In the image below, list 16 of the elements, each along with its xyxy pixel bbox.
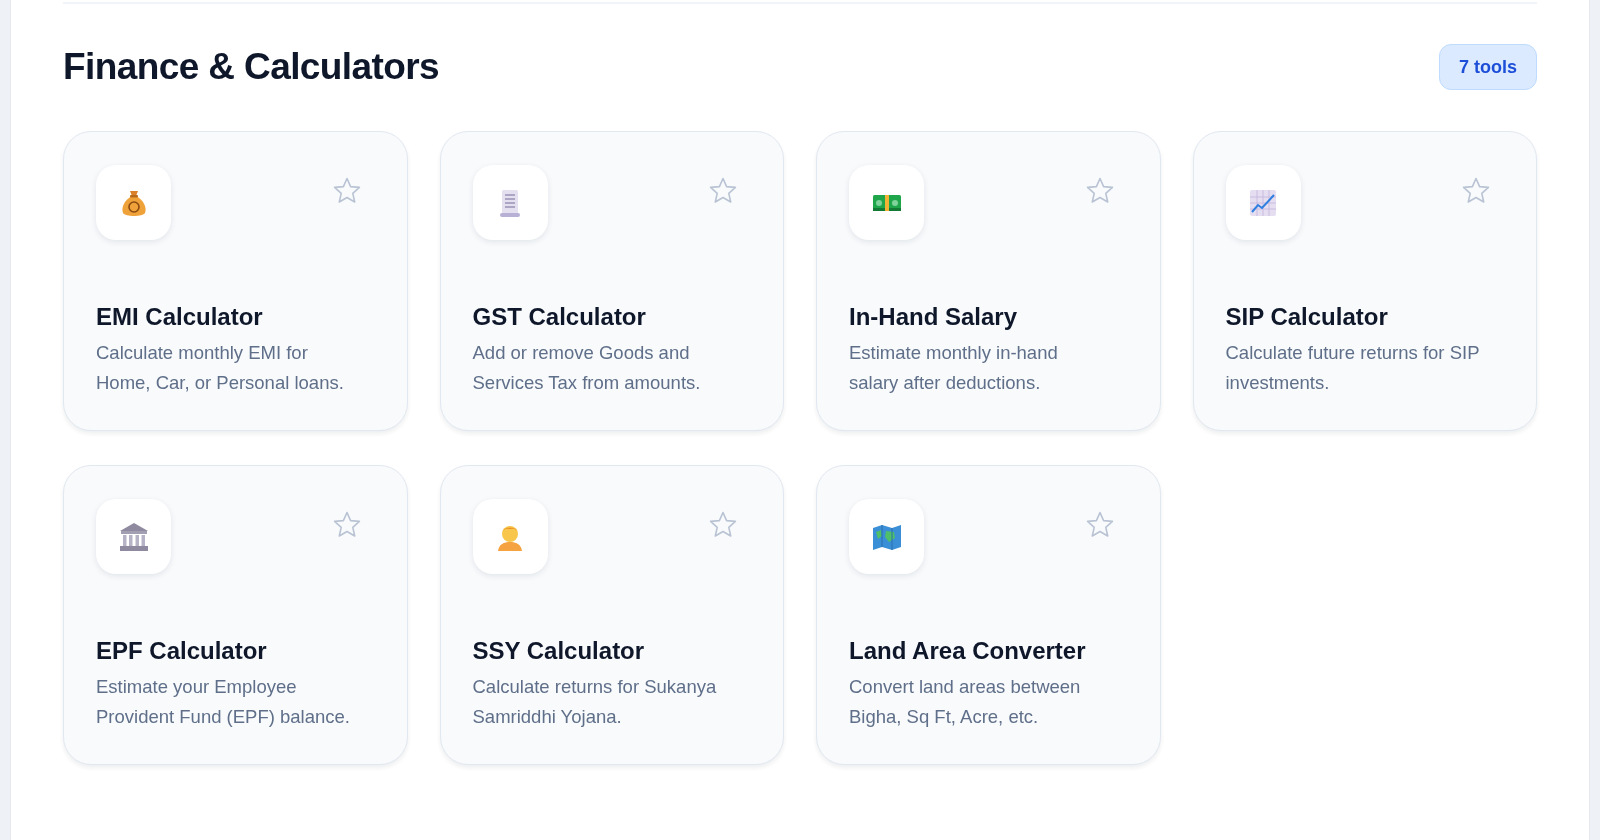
- tool-title: SSY Calculator: [472, 636, 646, 666]
- tool-description: Calculate future returns for SIP investments.: [1225, 341, 1481, 395]
- section-heading: Finance & Calculators: [63, 46, 439, 88]
- tool-count-badge: 7 tools: [1439, 44, 1537, 90]
- tool-description: Convert land areas between Bigha, Sq Ft, Acre, etc.: [849, 675, 1082, 729]
- tool-title: EMI Calculator: [96, 302, 264, 332]
- tool-description: Estimate your Employee Provident Fund (EPF) balance.: [96, 675, 351, 729]
- tool-description: Calculate monthly EMI for Home, Car, or Personal loans.: [96, 341, 345, 395]
- tool-description: Add or remove Goods and Services Tax from amounts.: [472, 341, 702, 395]
- tool-title: Land Area Converter: [849, 636, 1087, 666]
- tool-title: GST Calculator: [472, 302, 647, 332]
- tool-description: Estimate monthly in-hand salary after deductions.: [849, 341, 1059, 395]
- tool-title: SIP Calculator: [1225, 302, 1389, 332]
- tool-description: Calculate returns for Sukanya Samriddhi Yojana.: [472, 675, 718, 729]
- tool-title: EPF Calculator: [96, 636, 268, 666]
- tool-title: In-Hand Salary: [849, 302, 1019, 332]
